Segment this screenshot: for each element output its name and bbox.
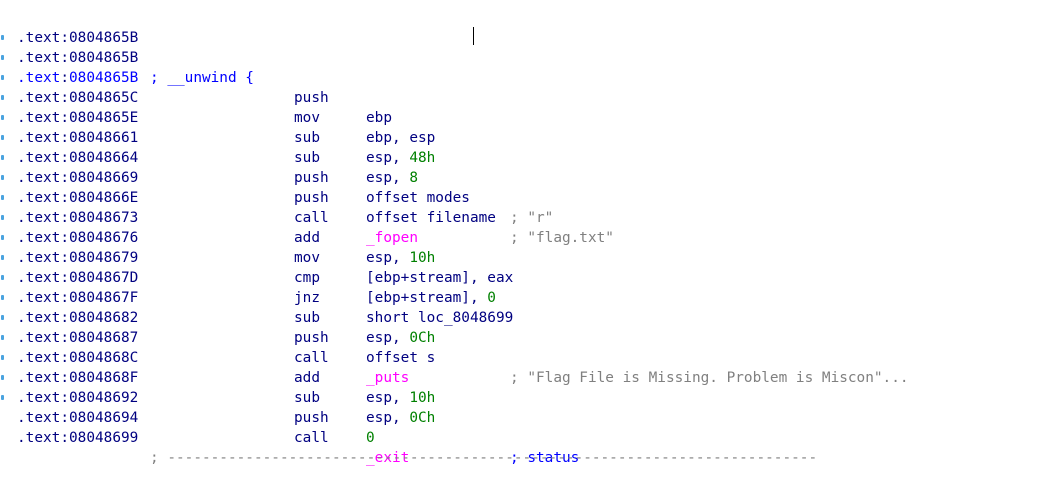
listing-line[interactable]: .text:0804867D jnz short loc_8048699 [0, 228, 1043, 326]
line-marker [1, 0, 5, 8]
line-marker [1, 388, 5, 408]
mnemonic[interactable]: call [294, 428, 329, 448]
text-cursor [473, 27, 474, 45]
listing-line[interactable]: .text:0804867F sub esp, 0Ch [0, 248, 1043, 346]
line-marker [1, 8, 5, 28]
listing-line[interactable]: .text:08048699 ; -----------------------… [0, 388, 1043, 466]
listing-line[interactable]: .text:0804866E call _fopen [0, 148, 1043, 246]
breakpoint-marker-icon [1, 235, 4, 240]
breakpoint-marker-icon [1, 295, 4, 300]
breakpoint-marker-icon [1, 115, 4, 120]
breakpoint-marker-icon [1, 195, 4, 200]
disassembly-listing[interactable]: .text:0804865B .text:0804865B ; __unwind… [0, 0, 1043, 466]
operand-number: 0Ch [409, 410, 436, 426]
listing-line[interactable]: .text:08048669 push offset filename ; "f… [0, 128, 1043, 246]
line-marker [1, 68, 5, 88]
breakpoint-marker-icon [1, 75, 4, 80]
operand-register: esp, [366, 410, 410, 426]
listing-line[interactable]: .text:0804865E sub esp, 48h [0, 68, 1043, 166]
breakpoint-marker-icon [1, 375, 4, 380]
line-marker [1, 288, 5, 308]
listing-line[interactable]: .text:08048661 sub esp, 8 [0, 88, 1043, 186]
line-marker [1, 308, 5, 328]
line-marker [1, 328, 5, 348]
listing-line[interactable]: .text:0804868C add esp, 10h [0, 308, 1043, 406]
listing-line-current[interactable]: .text:0804865B push ebp [0, 28, 1043, 126]
listing-line[interactable]: .text:08048664 push offset modes ; "r" [0, 108, 1043, 226]
line-marker [1, 248, 5, 268]
line-marker [1, 88, 5, 108]
listing-line[interactable]: .text:08048676 mov [ebp+stream], eax [0, 188, 1043, 286]
line-marker [1, 168, 5, 188]
line-marker [1, 128, 5, 148]
breakpoint-marker-icon [1, 35, 4, 40]
line-marker [1, 48, 5, 68]
breakpoint-marker-icon [1, 135, 4, 140]
line-marker [1, 228, 5, 248]
breakpoint-marker-icon [1, 155, 4, 160]
listing-line[interactable]: .text:08048687 call _puts [0, 288, 1043, 386]
breakpoint-marker-icon [1, 335, 4, 340]
breakpoint-marker-icon [1, 395, 4, 400]
line-marker [1, 268, 5, 288]
function-separator: ; --------------------------------------… [150, 450, 818, 466]
breakpoint-marker-icon [1, 175, 4, 180]
line-marker [1, 368, 5, 388]
line-marker [1, 148, 5, 168]
listing-line[interactable]: .text:08048694 call _exit [0, 368, 1043, 466]
line-marker [1, 348, 5, 368]
operand-number[interactable]: 0 [366, 428, 375, 448]
listing-line[interactable]: .text:0804865B ; __unwind { [0, 8, 1043, 86]
listing-line[interactable]: .text:08048673 add esp, 10h [0, 168, 1043, 266]
breakpoint-marker-icon [1, 355, 4, 360]
line-marker [1, 208, 5, 228]
listing-line[interactable]: .text:08048679 cmp [ebp+stream], 0 [0, 208, 1043, 306]
breakpoint-marker-icon [1, 95, 4, 100]
address[interactable]: .text:08048694 [17, 408, 138, 428]
line-marker [1, 188, 5, 208]
line-marker [1, 28, 5, 48]
breakpoint-marker-icon [1, 55, 4, 60]
listing-line[interactable]: .text:08048692 push 0 ; status [0, 348, 1043, 466]
line-marker [1, 108, 5, 128]
listing-line[interactable]: .text:0804865C mov ebp, esp [0, 48, 1043, 146]
listing-line[interactable]: .text:08048682 push offset s ; "Flag Fil… [0, 268, 1043, 386]
breakpoint-marker-icon [1, 275, 4, 280]
breakpoint-marker-icon [1, 255, 4, 260]
listing-line[interactable]: .text:0804868F sub esp, 0Ch [0, 328, 1043, 426]
mnemonic[interactable]: push [294, 408, 329, 428]
breakpoint-marker-icon [1, 315, 4, 320]
breakpoint-marker-icon [1, 215, 4, 220]
address[interactable]: .text:08048699 [17, 428, 138, 448]
listing-line[interactable]: .text:0804865B [0, 0, 1043, 46]
operands[interactable]: esp, 0Ch [366, 408, 435, 428]
